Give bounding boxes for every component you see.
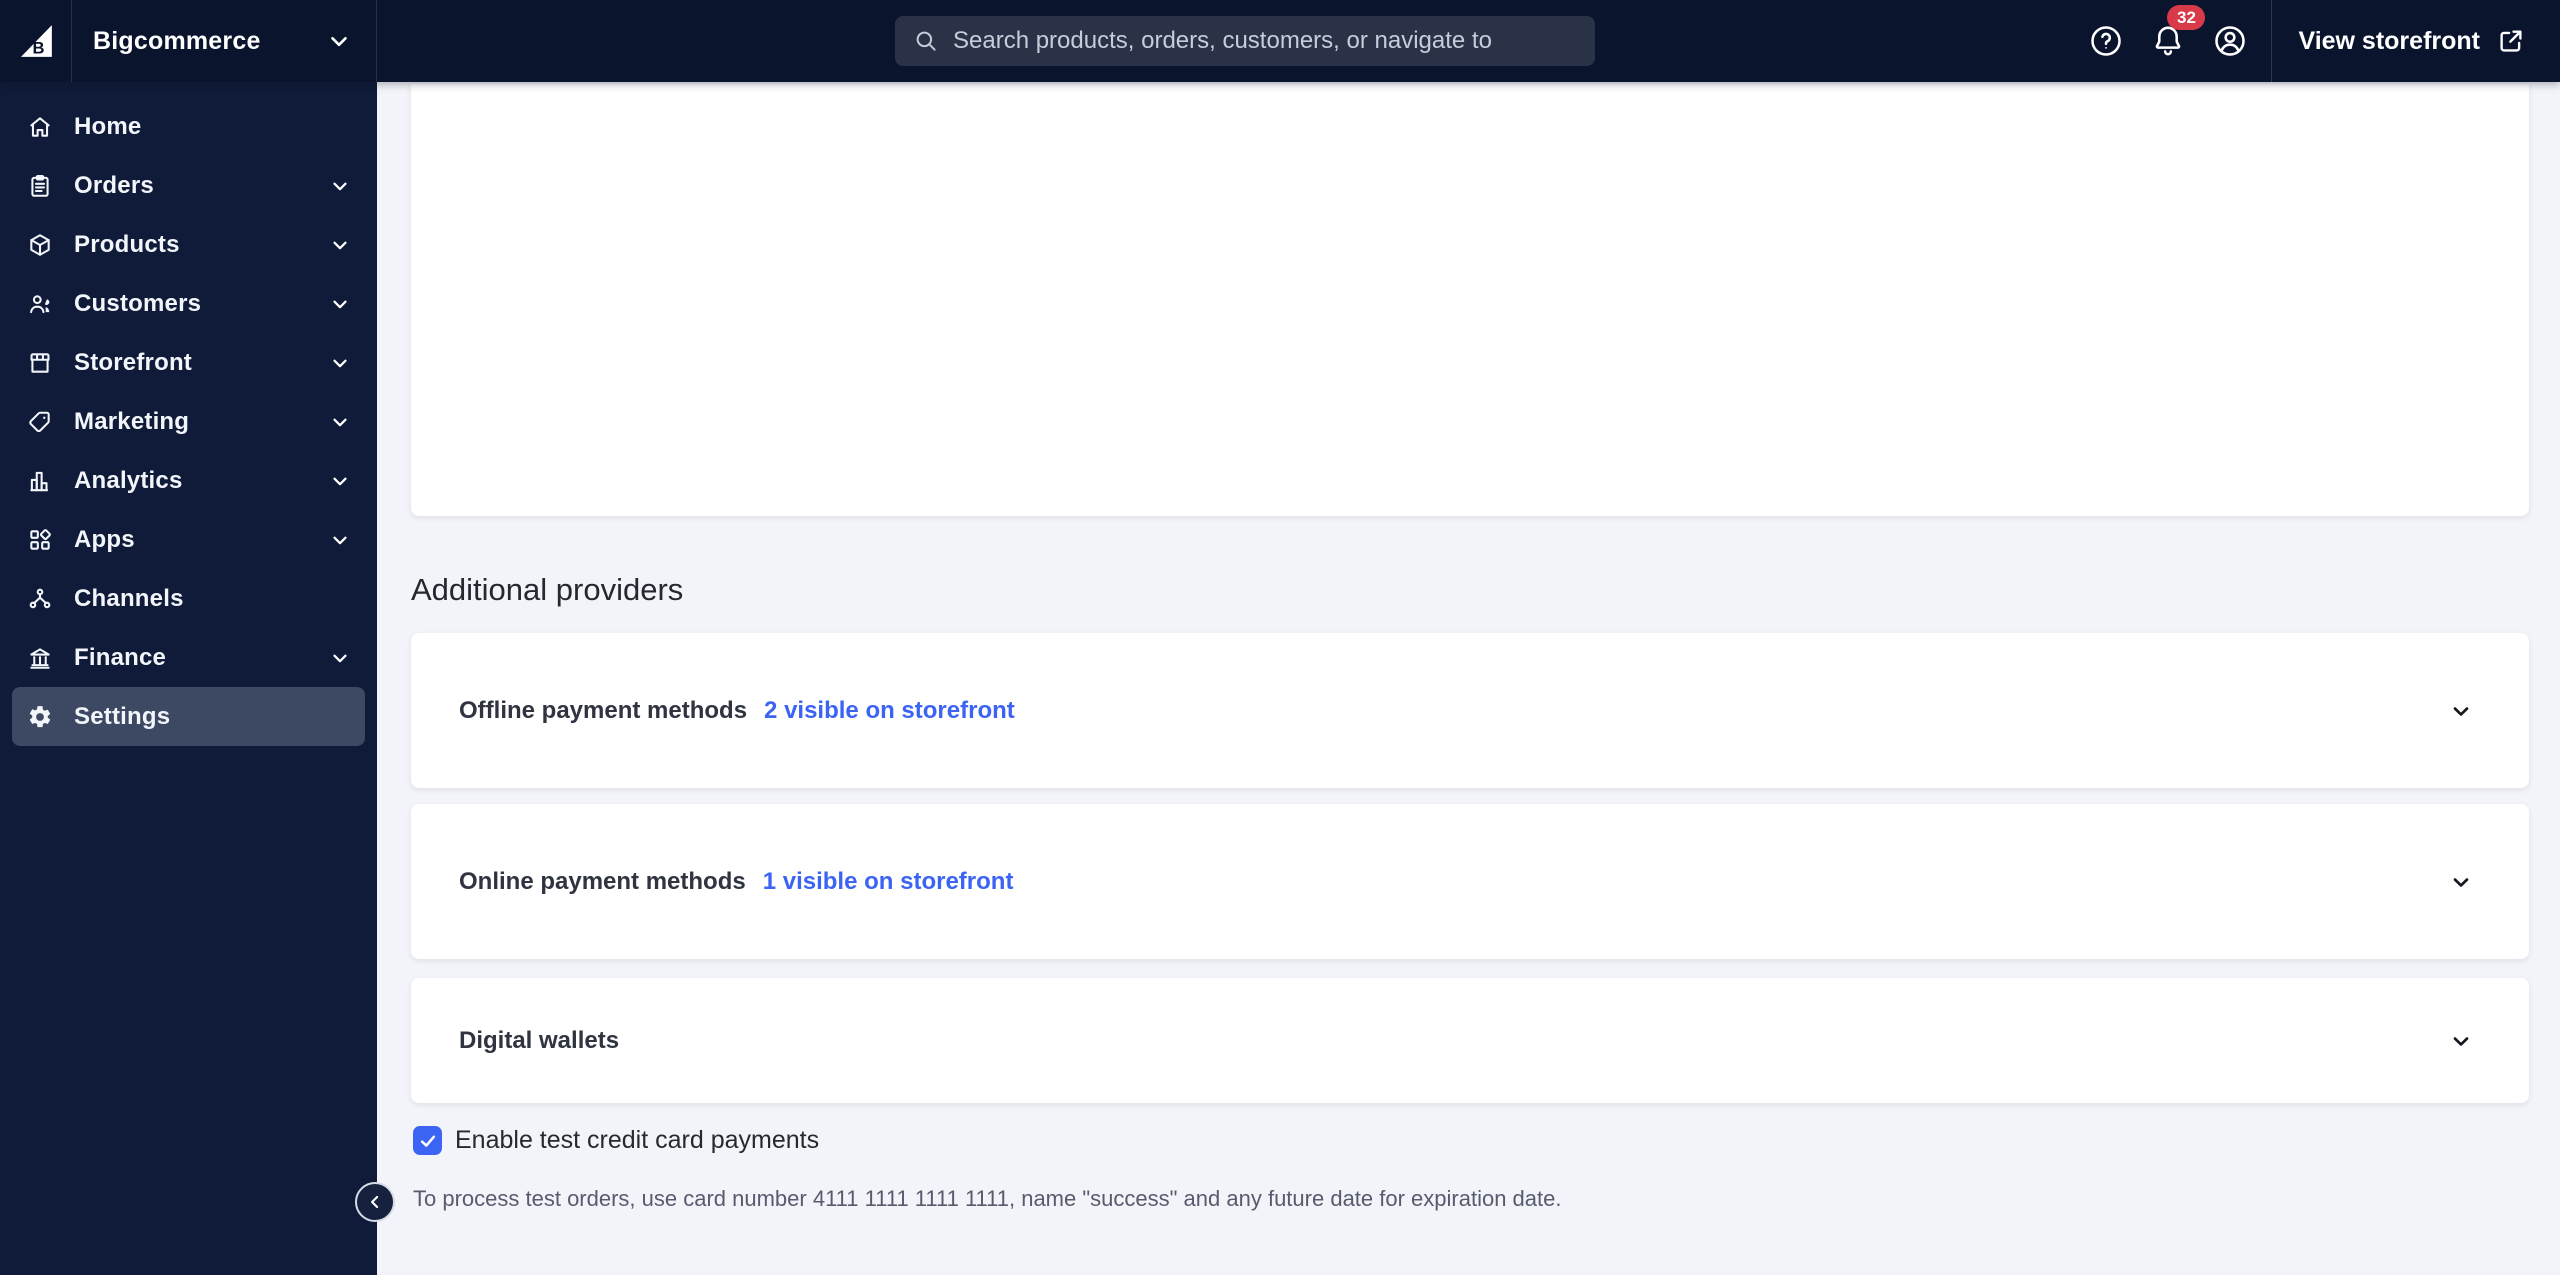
section-heading: Additional providers <box>411 572 684 607</box>
sidebar-item-label: Home <box>74 112 142 140</box>
chevron-down-icon <box>329 647 351 669</box>
sidebar-item-label: Marketing <box>74 407 190 435</box>
customers-icon <box>27 291 53 317</box>
sidebar-collapse-button[interactable] <box>355 1182 395 1222</box>
help-button[interactable] <box>2075 0 2137 82</box>
view-storefront-label: View storefront <box>2298 26 2480 55</box>
sidebar-item-analytics[interactable]: Analytics <box>12 451 365 510</box>
test-payments-row: Enable test credit card payments <box>413 1126 819 1155</box>
chevron-down-icon <box>329 293 351 315</box>
test-payments-checkbox-label: Enable test credit card payments <box>455 1126 820 1154</box>
chevron-down-icon <box>329 411 351 433</box>
bigcommerce-admin: B Bigcommerce Search products, orders, c… <box>0 0 2560 1275</box>
chevron-down-icon <box>329 470 351 492</box>
sidebar-item-marketing[interactable]: Marketing <box>12 392 365 451</box>
settings-icon <box>27 704 53 730</box>
sidebar-item-label: Settings <box>74 702 171 730</box>
bigcommerce-logo-icon: B <box>16 21 56 61</box>
top-bar: B Bigcommerce Search products, orders, c… <box>0 0 2560 82</box>
chevron-down-icon[interactable] <box>2448 698 2474 724</box>
card-title: Online payment methods <box>459 867 746 895</box>
sidebar-item-settings[interactable]: Settings <box>12 687 365 746</box>
online-payment-methods-card[interactable]: Online payment methods 1 visible on stor… <box>411 804 2529 959</box>
main-content: Additional providers Offline payment met… <box>377 82 2560 1275</box>
view-storefront-button[interactable]: View storefront <box>2272 0 2560 82</box>
sidebar-item-channels[interactable]: Channels <box>12 569 365 628</box>
sidebar-item-label: Apps <box>74 525 135 553</box>
account-button[interactable] <box>2199 0 2261 82</box>
chevron-down-icon <box>326 28 352 54</box>
sidebar-item-products[interactable]: Products <box>12 215 365 274</box>
provider-panel-card <box>411 84 2529 516</box>
sidebar-item-orders[interactable]: Orders <box>12 156 365 215</box>
sidebar-item-label: Products <box>74 230 180 258</box>
visible-on-storefront-link[interactable]: 2 visible on storefront <box>764 697 1015 725</box>
account-icon <box>2212 23 2248 59</box>
topbar-actions: 32 View storefront <box>2075 0 2560 82</box>
sidebar-item-label: Customers <box>74 289 202 317</box>
home-icon <box>27 114 53 140</box>
sidebar-item-apps[interactable]: Apps <box>12 510 365 569</box>
chevron-down-icon <box>329 175 351 197</box>
orders-icon <box>27 173 53 199</box>
chevron-down-icon <box>329 529 351 551</box>
sidebar-item-finance[interactable]: Finance <box>12 628 365 687</box>
card-title: Digital wallets <box>459 1026 620 1054</box>
chevron-down-icon <box>329 352 351 374</box>
sidebar-item-label: Orders <box>74 171 154 199</box>
card-title: Offline payment methods <box>459 696 748 724</box>
external-link-icon <box>2496 26 2526 56</box>
visible-on-storefront-link[interactable]: 1 visible on storefront <box>763 868 1014 896</box>
store-switcher[interactable]: Bigcommerce <box>72 0 377 82</box>
search-icon <box>913 28 953 54</box>
sidebar-item-storefront[interactable]: Storefront <box>12 333 365 392</box>
sidebar-item-label: Finance <box>74 643 167 671</box>
chevron-down-icon[interactable] <box>2448 869 2474 895</box>
apps-icon <box>27 527 53 553</box>
channels-icon <box>27 586 53 612</box>
search-input[interactable] <box>953 27 1577 55</box>
chevron-down-icon <box>329 234 351 256</box>
offline-payment-methods-card[interactable]: Offline payment methods 2 visible on sto… <box>411 633 2529 788</box>
global-search[interactable] <box>895 16 1595 66</box>
sidebar-item-label: Analytics <box>74 466 183 494</box>
test-payments-checkbox[interactable] <box>413 1126 442 1155</box>
marketing-icon <box>27 409 53 435</box>
help-icon <box>2088 23 2124 59</box>
storefront-icon <box>27 350 53 376</box>
chevron-down-icon[interactable] <box>2448 1028 2474 1054</box>
analytics-icon <box>27 468 53 494</box>
chevron-left-icon <box>365 1192 385 1212</box>
sidebar-item-home[interactable]: Home <box>12 97 365 156</box>
bigcommerce-logo[interactable]: B <box>0 0 72 82</box>
finance-icon <box>27 645 53 671</box>
sidebar-item-label: Storefront <box>74 348 192 376</box>
products-icon <box>27 232 53 258</box>
sidebar-item-customers[interactable]: Customers <box>12 274 365 333</box>
store-name: Bigcommerce <box>93 26 261 55</box>
sidebar: Home Orders Products Customers Storefron… <box>0 82 377 1275</box>
svg-text:B: B <box>32 39 44 58</box>
test-payments-note: To process test orders, use card number … <box>413 1186 1562 1211</box>
digital-wallets-card[interactable]: Digital wallets <box>411 978 2529 1103</box>
sidebar-item-label: Channels <box>74 584 184 612</box>
notifications-button[interactable]: 32 <box>2137 0 2206 82</box>
